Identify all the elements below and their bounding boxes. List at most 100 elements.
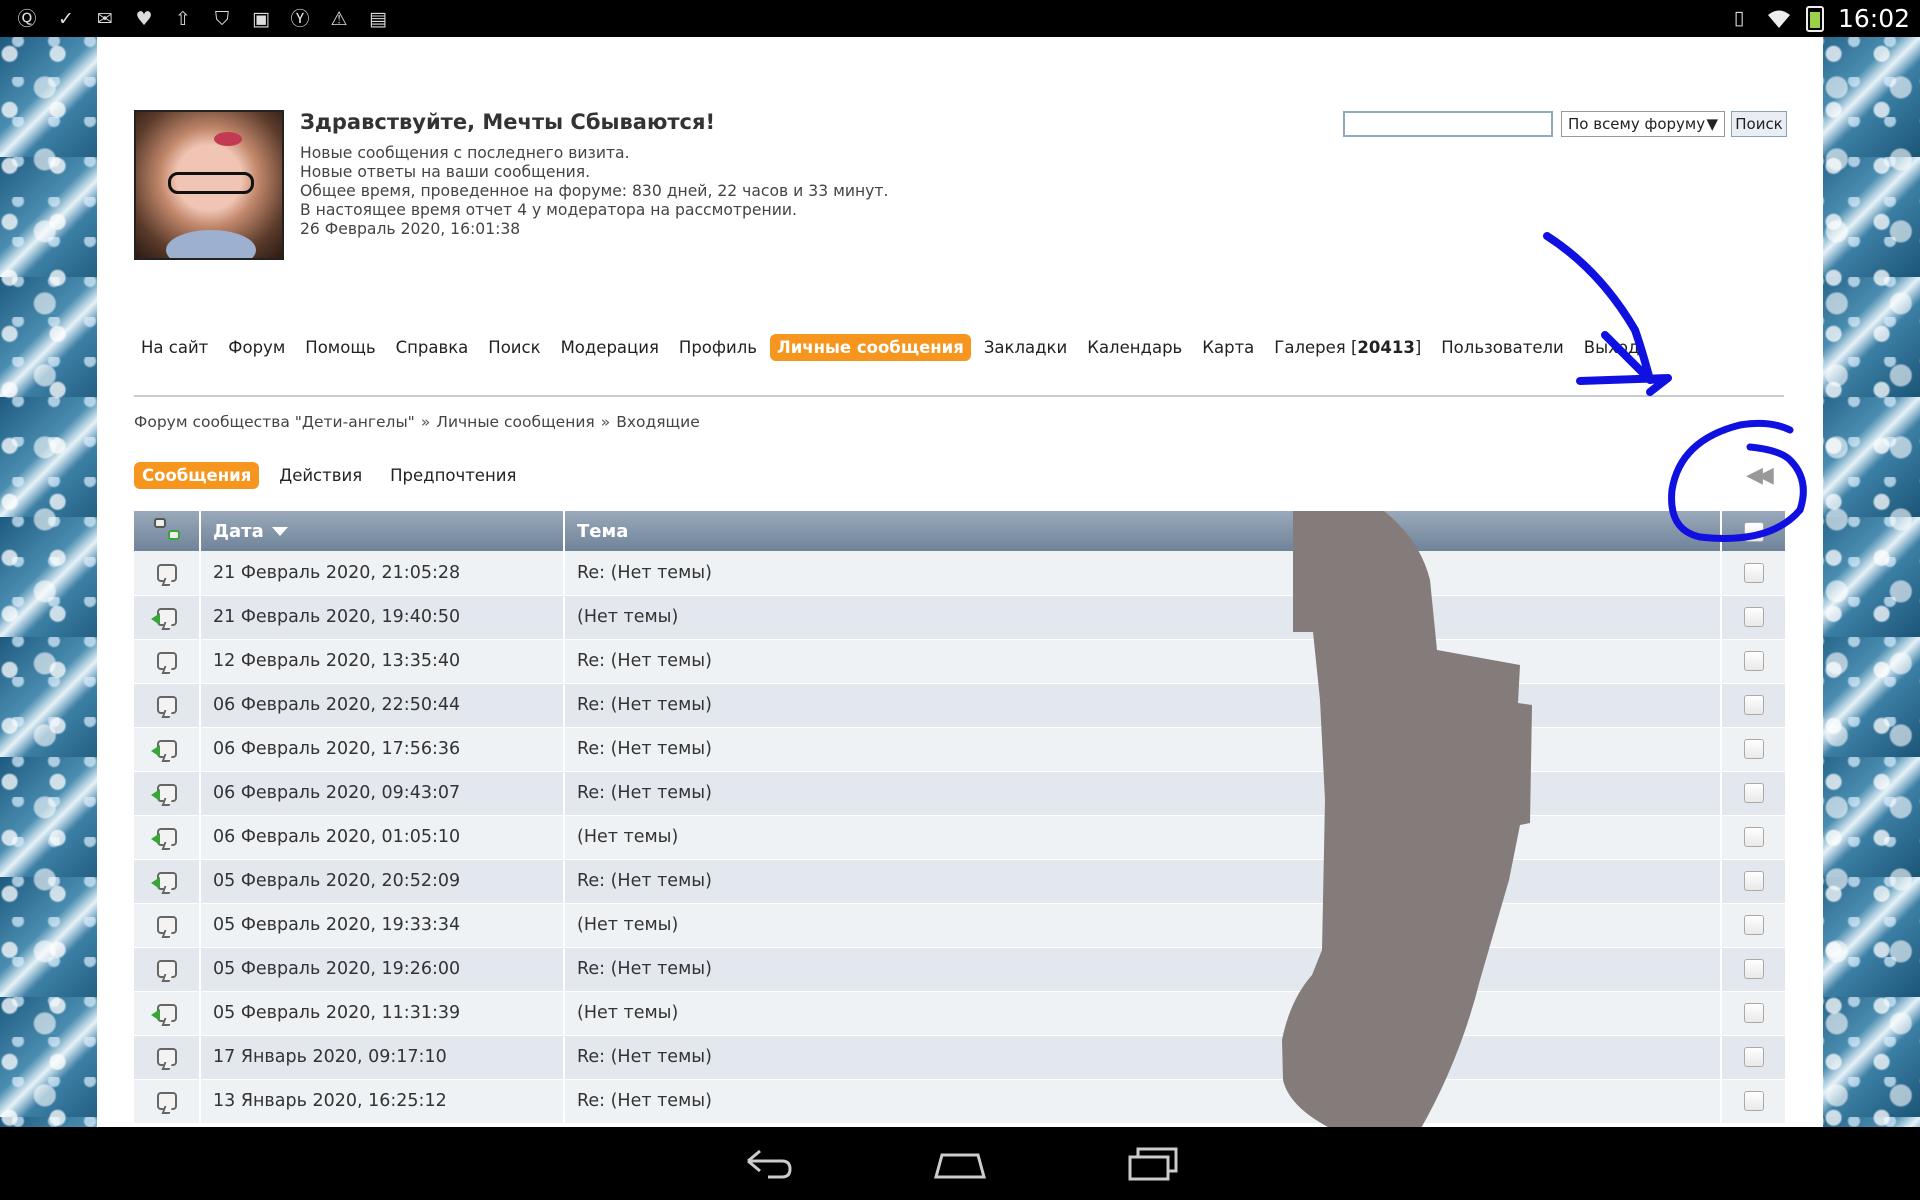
nav-item[interactable]: Карта xyxy=(1195,334,1261,361)
nav-item[interactable]: Выход xyxy=(1577,334,1647,361)
select-all-cell[interactable] xyxy=(1721,511,1785,551)
row-checkbox[interactable] xyxy=(1743,1091,1764,1111)
row-checkbox[interactable] xyxy=(1743,739,1764,759)
breadcrumb-inbox[interactable]: Входящие xyxy=(616,413,700,431)
select-all-checkbox[interactable] xyxy=(1743,521,1764,542)
shield-icon[interactable]: ⛉ xyxy=(209,6,235,32)
table-row[interactable]: 13 Январь 2020, 16:25:12 Re: (Нет темы) xyxy=(134,1079,1785,1124)
row-checkbox-cell[interactable] xyxy=(1721,727,1785,772)
table-row[interactable]: 21 Февраль 2020, 19:40:50 (Нет темы) xyxy=(134,595,1785,640)
row-checkbox-cell[interactable] xyxy=(1721,639,1785,684)
table-row[interactable]: 05 Февраль 2020, 19:26:00 Re: (Нет темы) xyxy=(134,947,1785,992)
search-input[interactable] xyxy=(1343,111,1553,137)
image-icon[interactable]: ▣ xyxy=(248,6,274,32)
table-row[interactable]: 21 Февраль 2020, 21:05:28 Re: (Нет темы) xyxy=(134,551,1785,596)
table-row[interactable]: 05 Февраль 2020, 19:33:34 (Нет темы) xyxy=(134,903,1785,948)
upload-icon[interactable]: ⇧ xyxy=(170,6,196,32)
message-subject-link[interactable]: Re: (Нет темы) xyxy=(564,551,1722,596)
tab-actions[interactable]: Действия xyxy=(271,462,370,489)
row-checkbox-cell[interactable] xyxy=(1721,991,1785,1036)
search-button[interactable]: Поиск xyxy=(1731,111,1787,137)
row-checkbox[interactable] xyxy=(1743,827,1764,847)
nav-item[interactable]: Пользователи xyxy=(1434,334,1571,361)
message-subject-link[interactable]: (Нет темы) xyxy=(564,991,1722,1036)
nav-item[interactable]: Профиль xyxy=(672,334,764,361)
row-checkbox[interactable] xyxy=(1743,607,1764,627)
row-checkbox-cell[interactable] xyxy=(1721,1079,1785,1124)
home-icon[interactable] xyxy=(930,1141,990,1185)
row-checkbox[interactable] xyxy=(1743,871,1764,891)
recents-icon[interactable] xyxy=(1122,1141,1182,1185)
row-checkbox-cell[interactable] xyxy=(1721,947,1785,992)
row-checkbox-cell[interactable] xyxy=(1721,1035,1785,1080)
nav-item[interactable]: Галерея [20413] xyxy=(1267,334,1428,361)
nav-item[interactable]: Закладки xyxy=(977,334,1074,361)
table-row[interactable]: 06 Февраль 2020, 22:50:44 Re: (Нет темы) xyxy=(134,683,1785,728)
message-subject-link[interactable]: Re: (Нет темы) xyxy=(564,947,1722,992)
message-subject-link[interactable]: Re: (Нет темы) xyxy=(564,639,1722,684)
message-subject-link[interactable]: Re: (Нет темы) xyxy=(564,859,1722,904)
message-subject-link[interactable]: Re: (Нет темы) xyxy=(564,771,1722,816)
row-checkbox[interactable] xyxy=(1743,959,1764,979)
subject-column-header[interactable]: Тема xyxy=(564,511,1722,551)
collapse-sidebar-icon[interactable]: ◀◀ xyxy=(1746,463,1774,488)
message-subject-link[interactable]: (Нет темы) xyxy=(564,903,1722,948)
message-subject-link[interactable]: Re: (Нет темы) xyxy=(564,683,1722,728)
row-checkbox[interactable] xyxy=(1743,651,1764,671)
gmail-icon[interactable]: ▤ xyxy=(365,6,391,32)
header-icon-cell[interactable] xyxy=(134,511,201,551)
table-row[interactable]: 05 Февраль 2020, 11:31:39 (Нет темы) xyxy=(134,991,1785,1036)
mail-icon[interactable]: ✉ xyxy=(92,6,118,32)
tab-preferences[interactable]: Предпочтения xyxy=(382,462,524,489)
message-subject-link[interactable]: (Нет темы) xyxy=(564,815,1722,860)
row-checkbox-cell[interactable] xyxy=(1721,595,1785,640)
table-row[interactable]: 05 Февраль 2020, 20:52:09 Re: (Нет темы) xyxy=(134,859,1785,904)
nav-item[interactable]: На сайт xyxy=(134,334,215,361)
nav-item[interactable]: Форум xyxy=(221,334,292,361)
table-row[interactable]: 06 Февраль 2020, 17:56:36 Re: (Нет темы) xyxy=(134,727,1785,772)
table-row[interactable]: 06 Февраль 2020, 09:43:07 Re: (Нет темы) xyxy=(134,771,1785,816)
nav-item[interactable]: Календарь xyxy=(1080,334,1189,361)
row-checkbox-cell[interactable] xyxy=(1721,683,1785,728)
table-row[interactable]: 12 Февраль 2020, 13:35:40 Re: (Нет темы) xyxy=(134,639,1785,684)
nav-item[interactable]: Модерация xyxy=(554,334,666,361)
row-checkbox[interactable] xyxy=(1743,695,1764,715)
message-date: 05 Февраль 2020, 20:52:09 xyxy=(200,859,565,904)
row-checkbox-cell[interactable] xyxy=(1721,859,1785,904)
warning-icon[interactable]: ⚠ xyxy=(326,6,352,32)
new-replies-link[interactable]: Новые ответы на ваши сообщения. xyxy=(300,163,888,182)
message-subject-link[interactable]: (Нет темы) xyxy=(564,595,1722,640)
nav-item[interactable]: Помощь xyxy=(298,334,382,361)
table-row[interactable]: 17 Январь 2020, 09:17:10 Re: (Нет темы) xyxy=(134,1035,1785,1080)
row-checkbox-cell[interactable] xyxy=(1721,551,1785,596)
back-icon[interactable] xyxy=(738,1141,798,1185)
checkmark-icon[interactable]: ✓ xyxy=(53,6,79,32)
message-subject-link[interactable]: Re: (Нет темы) xyxy=(564,1035,1722,1080)
breadcrumb-forum[interactable]: Форум сообщества "Дети-ангелы" xyxy=(134,413,415,431)
row-checkbox-cell[interactable] xyxy=(1721,903,1785,948)
message-subject-link[interactable]: Re: (Нет темы) xyxy=(564,727,1722,772)
nav-item[interactable]: Поиск xyxy=(481,334,547,361)
yandex-icon[interactable]: Ⓨ xyxy=(287,6,313,32)
new-messages-link[interactable]: Новые сообщения с последнего визита. xyxy=(300,144,888,163)
message-subject-link[interactable]: Re: (Нет темы) xyxy=(564,1079,1722,1124)
date-column-header[interactable]: Дата xyxy=(200,511,565,551)
nav-item[interactable]: Справка xyxy=(389,334,476,361)
row-checkbox-cell[interactable] xyxy=(1721,815,1785,860)
row-checkbox[interactable] xyxy=(1743,1047,1764,1067)
nav-item[interactable]: Личные сообщения xyxy=(770,334,971,361)
table-row[interactable]: 06 Февраль 2020, 01:05:10 (Нет темы) xyxy=(134,815,1785,860)
row-checkbox[interactable] xyxy=(1743,783,1764,803)
avatar[interactable] xyxy=(134,110,284,260)
heart-icon[interactable]: ♥ xyxy=(131,6,157,32)
row-checkbox-cell[interactable] xyxy=(1721,771,1785,816)
search-scope-select[interactable]: По всему форуму ▼ xyxy=(1561,111,1725,137)
wifi-icon xyxy=(1766,6,1792,32)
row-checkbox[interactable] xyxy=(1743,562,1764,583)
app-q-icon[interactable]: Ⓠ xyxy=(14,6,40,32)
breadcrumb-pm[interactable]: Личные сообщения xyxy=(436,413,594,431)
tab-messages[interactable]: Сообщения xyxy=(134,462,260,489)
row-checkbox[interactable] xyxy=(1743,915,1764,935)
moderation-report-link[interactable]: В настоящее время отчет 4 у модератора н… xyxy=(300,201,888,220)
row-checkbox[interactable] xyxy=(1743,1003,1764,1023)
